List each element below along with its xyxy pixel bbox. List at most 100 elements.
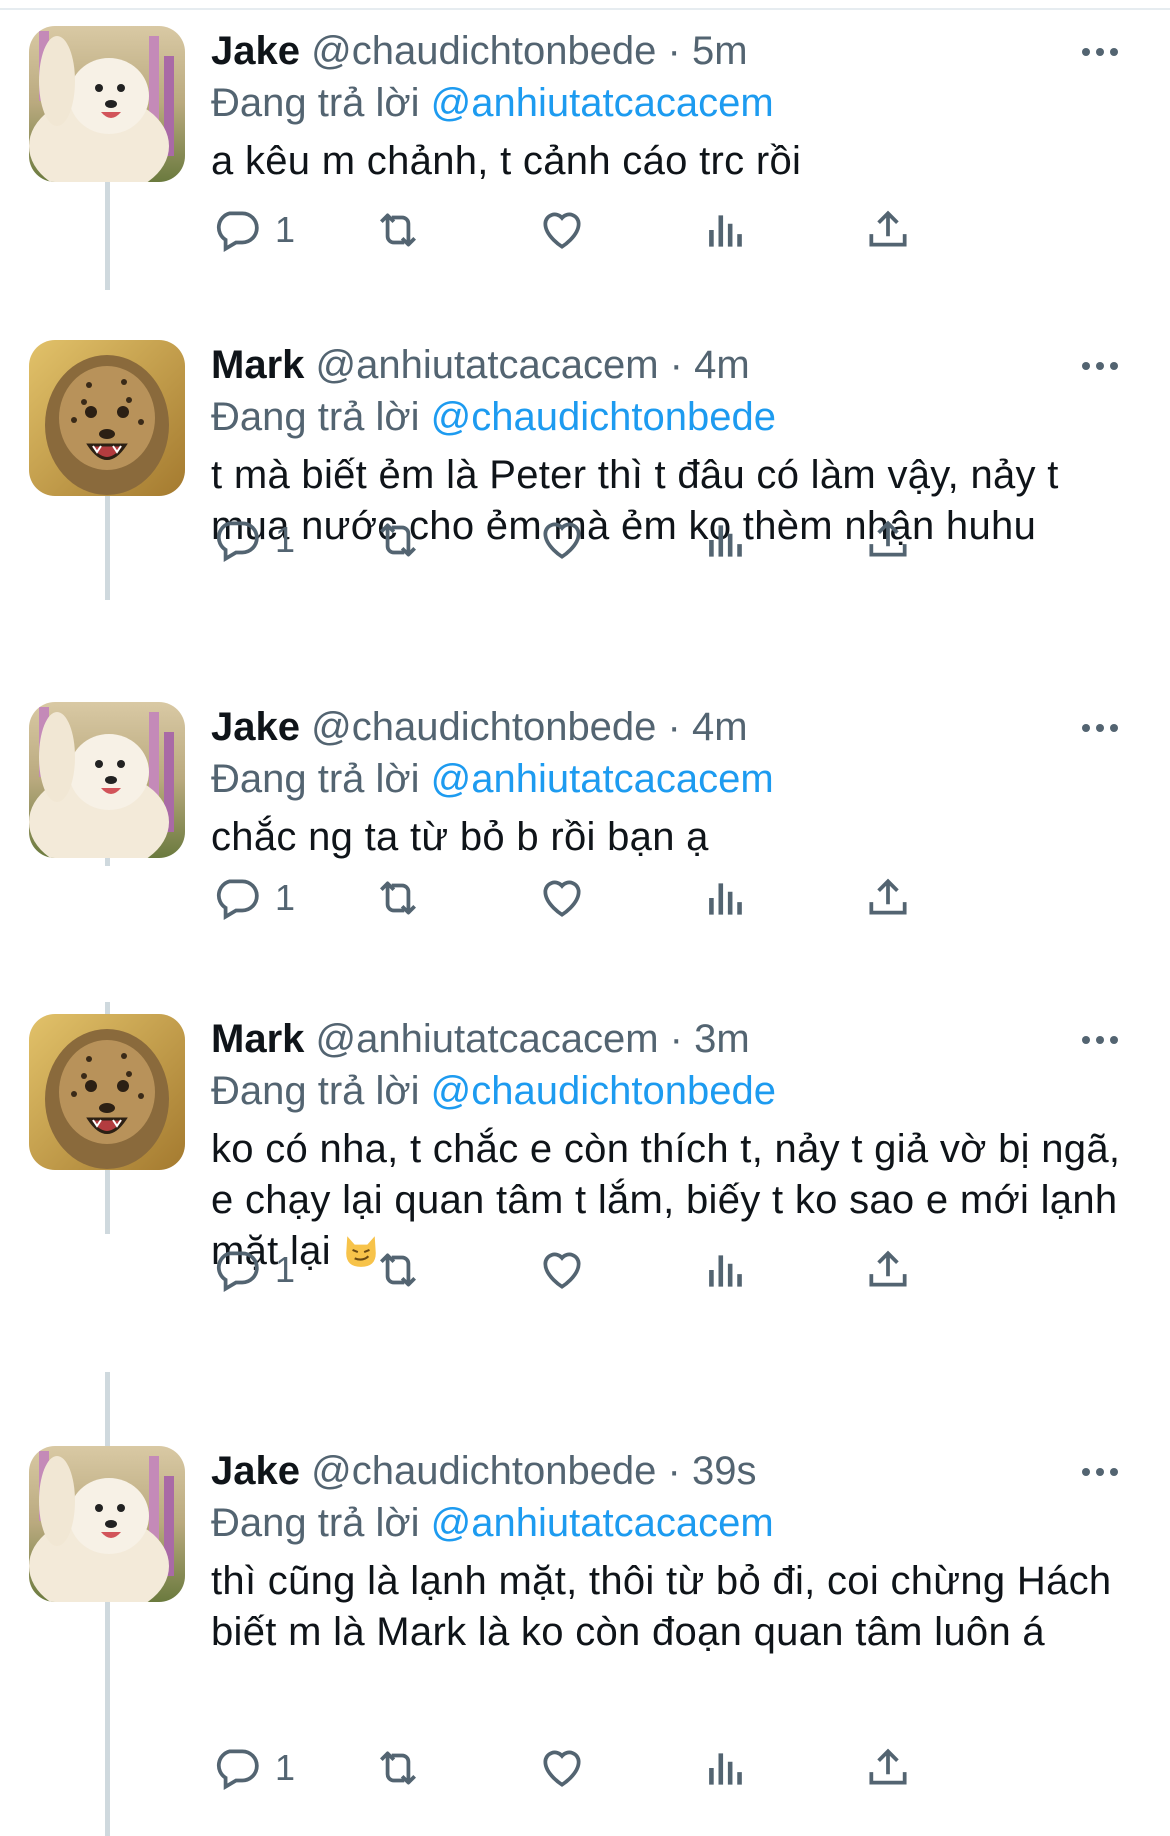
- views-button[interactable]: [701, 868, 751, 928]
- views-button[interactable]: [701, 1738, 751, 1798]
- avatar[interactable]: [29, 702, 185, 858]
- share-icon: [869, 878, 907, 915]
- tweet-header: Mark @anhiutatcacacem · 4m: [211, 340, 750, 390]
- views-icon: [709, 525, 742, 557]
- reply-count: 1: [275, 1249, 296, 1290]
- reply-icon: [216, 211, 259, 253]
- timestamp[interactable]: 39s: [692, 1449, 757, 1493]
- views-icon: [709, 883, 742, 915]
- user-handle[interactable]: @chaudichtonbede: [311, 29, 656, 73]
- like-icon: [543, 1252, 581, 1289]
- retweet-button[interactable]: [373, 1738, 423, 1798]
- reply-button[interactable]: 1: [211, 510, 295, 570]
- share-button[interactable]: [863, 868, 913, 928]
- avatar[interactable]: [29, 26, 185, 182]
- views-button[interactable]: [701, 200, 751, 260]
- user-handle[interactable]: @chaudichtonbede: [311, 1449, 656, 1493]
- views-button[interactable]: [701, 510, 751, 570]
- tweet-header: Jake @chaudichtonbede · 39s: [211, 1446, 757, 1496]
- retweet-button[interactable]: [373, 868, 423, 928]
- samoyed-dog-avatar: [29, 1446, 185, 1602]
- reply-button[interactable]: 1: [211, 868, 295, 928]
- share-icon: [869, 520, 907, 557]
- retweet-button[interactable]: [373, 510, 423, 570]
- like-button[interactable]: [537, 868, 587, 928]
- reply-prefix: Đang trả lời: [211, 757, 420, 801]
- more-icon[interactable]: [1075, 346, 1125, 386]
- avatar[interactable]: [29, 1014, 185, 1170]
- reply-prefix: Đang trả lời: [211, 1501, 420, 1545]
- reply-prefix: Đang trả lời: [211, 1069, 420, 1113]
- display-name[interactable]: Mark: [211, 343, 304, 387]
- like-icon: [543, 1750, 581, 1787]
- reply-prefix: Đang trả lời: [211, 81, 420, 125]
- tweet-header: Jake @chaudichtonbede · 5m: [211, 26, 748, 76]
- share-button[interactable]: [863, 510, 913, 570]
- tweet-actions: 1: [211, 1738, 1091, 1798]
- mention-link[interactable]: @chaudichtonbede: [431, 1069, 776, 1113]
- reply-count: 1: [275, 519, 296, 560]
- share-button[interactable]: [863, 200, 913, 260]
- views-icon: [709, 1753, 742, 1785]
- separator-dot: ·: [667, 1449, 681, 1493]
- share-icon: [869, 210, 907, 247]
- share-icon: [869, 1250, 907, 1287]
- replying-to: Đang trả lời @chaudichtonbede: [211, 1066, 776, 1116]
- tweet-text: chắc ng ta từ bỏ b rồi bạn ạ: [211, 815, 709, 859]
- share-button[interactable]: [863, 1240, 913, 1300]
- reply-icon: [216, 1251, 259, 1293]
- mention-link[interactable]: @chaudichtonbede: [431, 395, 776, 439]
- display-name[interactable]: Jake: [211, 1449, 300, 1493]
- views-button[interactable]: [701, 1240, 751, 1300]
- display-name[interactable]: Jake: [211, 705, 300, 749]
- like-icon: [543, 880, 581, 917]
- display-name[interactable]: Jake: [211, 29, 300, 73]
- retweet-button[interactable]: [373, 1240, 423, 1300]
- separator-dot: ·: [669, 1017, 683, 1061]
- more-icon[interactable]: [1075, 1020, 1125, 1060]
- mention-link[interactable]: @anhiutatcacacem: [431, 81, 774, 125]
- reply-icon: [216, 521, 259, 563]
- reply-count: 1: [275, 209, 296, 250]
- separator-dot: ·: [669, 343, 683, 387]
- retweet-icon: [380, 213, 416, 247]
- tweet-actions: 1: [211, 510, 1091, 570]
- reply-button[interactable]: 1: [211, 200, 295, 260]
- separator-dot: ·: [667, 705, 681, 749]
- timestamp[interactable]: 4m: [694, 343, 750, 387]
- samoyed-dog-avatar: [29, 26, 185, 182]
- reply-button[interactable]: 1: [211, 1738, 295, 1798]
- like-button[interactable]: [537, 510, 587, 570]
- timestamp[interactable]: 4m: [692, 705, 748, 749]
- avatar[interactable]: [29, 340, 185, 496]
- replying-to: Đang trả lời @anhiutatcacacem: [211, 1498, 774, 1548]
- display-name[interactable]: Mark: [211, 1017, 304, 1061]
- reply-icon: [216, 879, 259, 921]
- avatar[interactable]: [29, 1446, 185, 1602]
- share-button[interactable]: [863, 1738, 913, 1798]
- tweet-actions: 1: [211, 1240, 1091, 1300]
- mention-link[interactable]: @anhiutatcacacem: [431, 757, 774, 801]
- cheetah-cub-avatar: [29, 340, 185, 496]
- tweet-text: a kêu m chảnh, t cảnh cáo trc rồi: [211, 139, 802, 183]
- timestamp[interactable]: 5m: [692, 29, 748, 73]
- replying-to: Đang trả lời @chaudichtonbede: [211, 392, 776, 442]
- like-button[interactable]: [537, 1738, 587, 1798]
- replying-to: Đang trả lời @anhiutatcacacem: [211, 754, 774, 804]
- separator-dot: ·: [667, 29, 681, 73]
- user-handle[interactable]: @anhiutatcacacem: [316, 1017, 659, 1061]
- reply-button[interactable]: 1: [211, 1240, 295, 1300]
- retweet-icon: [380, 1253, 416, 1287]
- user-handle[interactable]: @anhiutatcacacem: [316, 343, 659, 387]
- retweet-button[interactable]: [373, 200, 423, 260]
- timestamp[interactable]: 3m: [694, 1017, 750, 1061]
- tweet-header: Jake @chaudichtonbede · 4m: [211, 702, 748, 752]
- more-icon[interactable]: [1075, 32, 1125, 72]
- more-icon[interactable]: [1075, 708, 1125, 748]
- more-icon[interactable]: [1075, 1452, 1125, 1492]
- like-button[interactable]: [537, 200, 587, 260]
- like-button[interactable]: [537, 1240, 587, 1300]
- mention-link[interactable]: @anhiutatcacacem: [431, 1501, 774, 1545]
- retweet-icon: [380, 1751, 416, 1785]
- user-handle[interactable]: @chaudichtonbede: [311, 705, 656, 749]
